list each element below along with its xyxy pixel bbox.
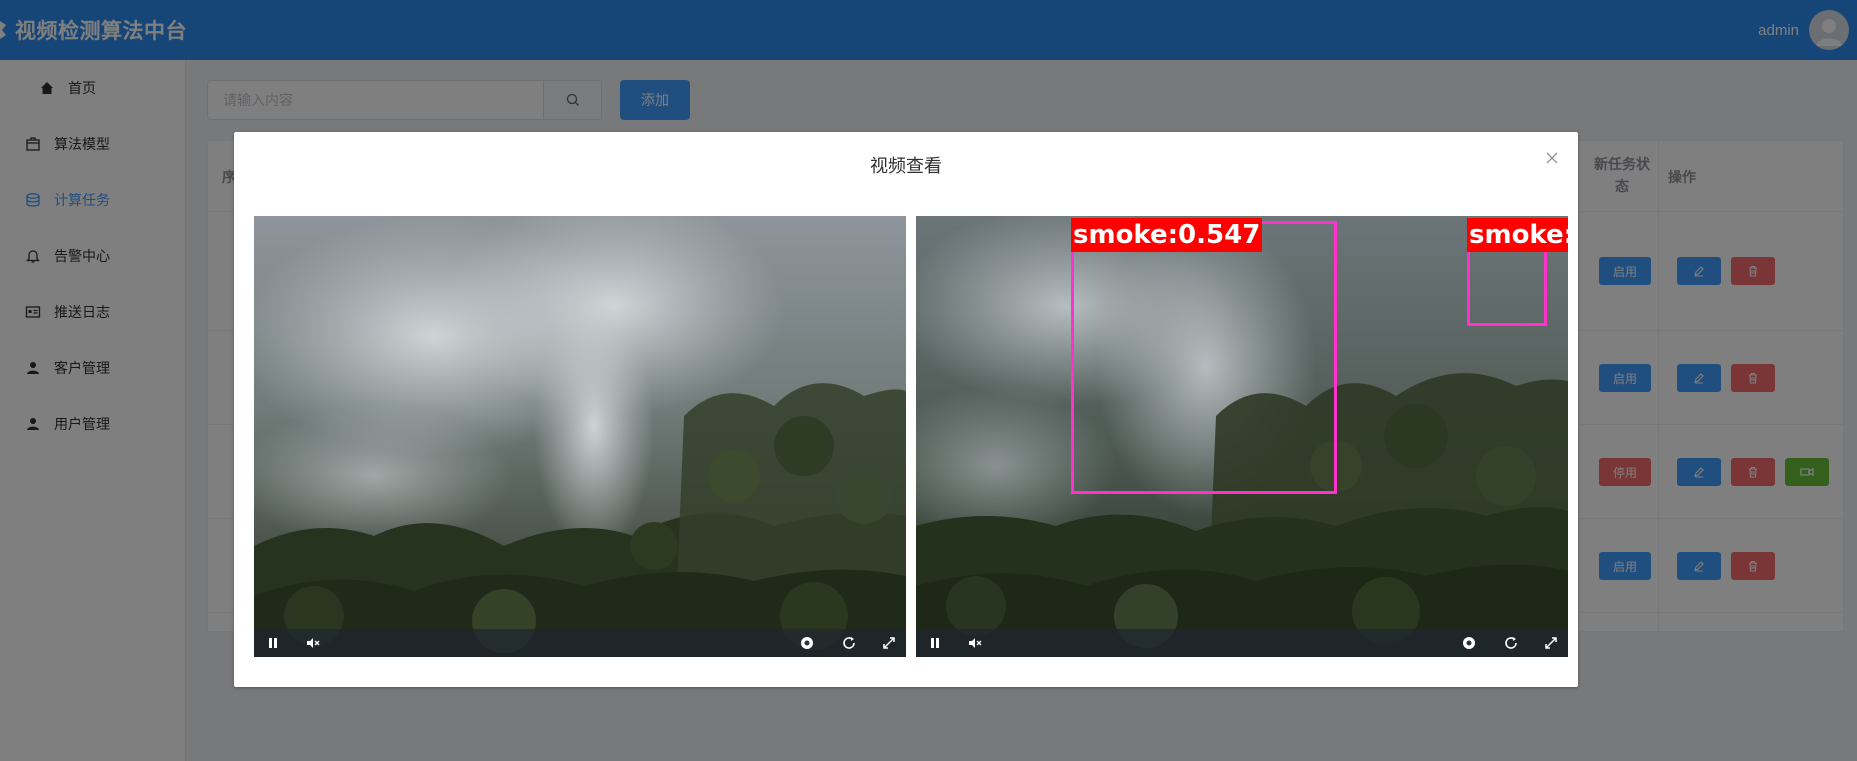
source-video-player[interactable]: [254, 216, 906, 657]
pause-button[interactable]: [926, 634, 944, 652]
camera-shutter-icon: [801, 637, 813, 649]
player-controls: [916, 629, 1568, 657]
mute-button[interactable]: [304, 634, 322, 652]
close-icon: [1546, 152, 1558, 164]
camera-shutter-icon: [1463, 637, 1475, 649]
player-controls: [254, 629, 906, 657]
refresh-icon: [1505, 637, 1517, 649]
mute-button[interactable]: [966, 634, 984, 652]
close-button[interactable]: [1544, 150, 1560, 166]
fullscreen-button[interactable]: [1542, 634, 1560, 652]
fullscreen-icon: [1545, 637, 1557, 649]
detection-label: smoke:0: [1467, 218, 1568, 252]
pause-icon: [931, 638, 939, 648]
fullscreen-button[interactable]: [880, 634, 898, 652]
detection-video-player[interactable]: smoke:0.547 smoke:0: [916, 216, 1568, 657]
detection-label: smoke:0.547: [1071, 218, 1263, 252]
mute-icon: [969, 638, 982, 648]
video-dialog: 视频查看 smoke:0.547 smoke: [234, 132, 1578, 687]
dialog-title: 视频查看: [870, 156, 942, 176]
mute-icon: [307, 638, 320, 648]
screenshot-button[interactable]: [1460, 634, 1478, 652]
refresh-icon: [843, 637, 855, 649]
fullscreen-icon: [883, 637, 895, 649]
refresh-button[interactable]: [1502, 634, 1520, 652]
detection-box: [1071, 221, 1337, 494]
screenshot-button[interactable]: [798, 634, 816, 652]
video-frame: [254, 216, 906, 657]
refresh-button[interactable]: [840, 634, 858, 652]
pause-icon: [269, 638, 277, 648]
pause-button[interactable]: [264, 634, 282, 652]
